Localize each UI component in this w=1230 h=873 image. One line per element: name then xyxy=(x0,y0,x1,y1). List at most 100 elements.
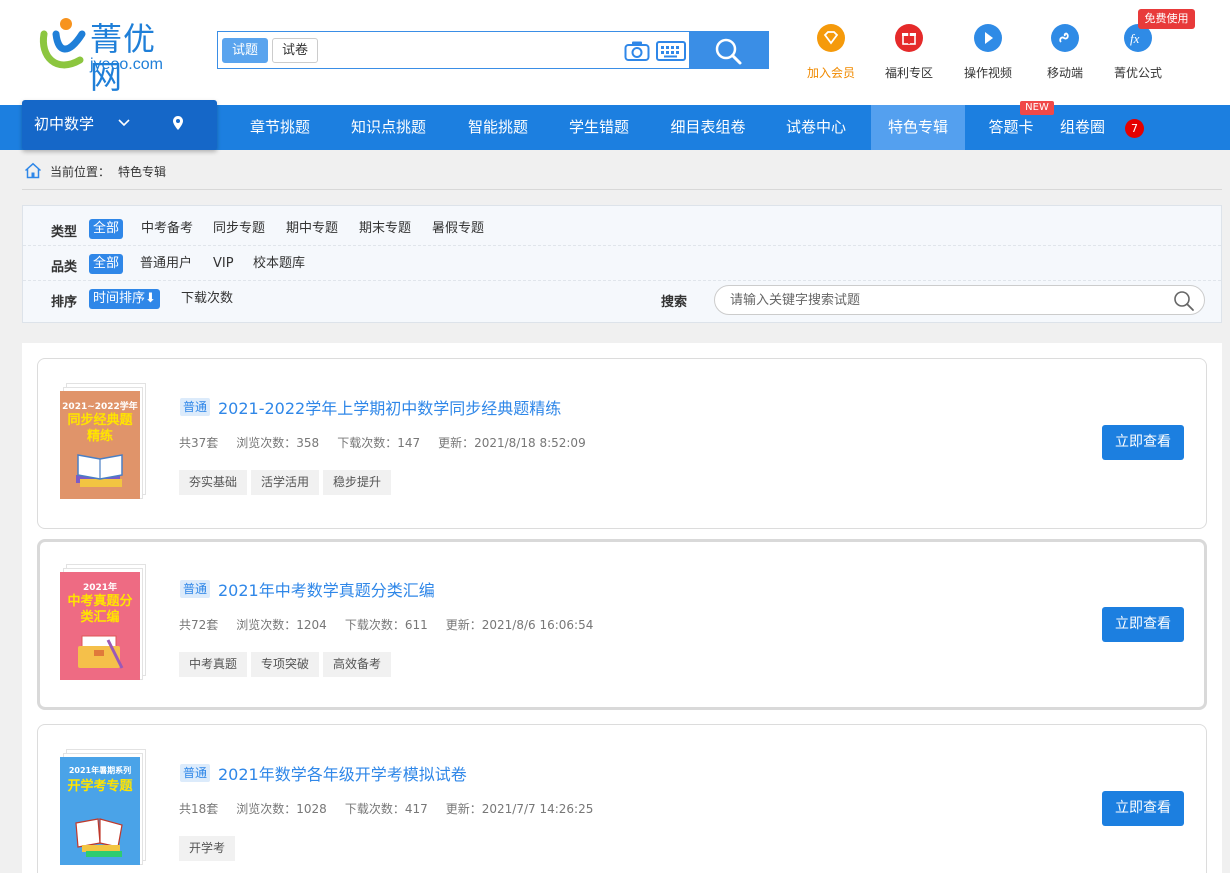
count-badge: 7 xyxy=(1125,119,1144,138)
filter-type-sync[interactable]: 同步专题 xyxy=(209,219,269,239)
site-header: 菁优网 jyeoo.com 试题 试卷 加入会员 福利专区 操作视频 移动端 f… xyxy=(0,0,1230,105)
nav-student-errors[interactable]: 学生错题 xyxy=(554,105,644,150)
quick-link-welfare[interactable]: 福利专区 xyxy=(874,24,944,86)
filter-category-school[interactable]: 校本题库 xyxy=(249,254,309,274)
camera-icon[interactable] xyxy=(624,40,650,62)
album-download-count: 下载次数：417 xyxy=(344,802,428,816)
album-view-count: 浏览次数：358 xyxy=(236,436,320,450)
search-tab-questions[interactable]: 试题 xyxy=(222,38,269,63)
cover-title-text: 同步经典题精练 xyxy=(67,413,133,444)
nav-chapter-select[interactable]: 章节挑题 xyxy=(236,105,324,150)
album-cover[interactable]: 2021~2022学年 同步经典题精练 xyxy=(60,383,146,503)
search-tab-papers[interactable]: 试卷 xyxy=(272,38,319,63)
nav-paper-center[interactable]: 试卷中心 xyxy=(772,105,860,150)
album-view-count: 浏览次数：1204 xyxy=(236,618,327,632)
quick-link-formula[interactable]: fx 菁优公式 xyxy=(1103,24,1173,86)
album-title[interactable]: 2021-2022学年上学期初中数学同步经典题精练 xyxy=(218,395,561,419)
cover-top-text: 2021~2022学年 xyxy=(62,402,138,412)
search-icon xyxy=(715,38,742,65)
keyword-search-input[interactable] xyxy=(714,285,1205,315)
filter-type-midterm[interactable]: 期中专题 xyxy=(282,219,342,239)
sort-by-downloads[interactable]: 下载次数 xyxy=(177,289,237,309)
search-label: 搜索 xyxy=(661,295,688,310)
cover-face: 2021年暑期系列 开学考专题 xyxy=(60,757,140,865)
cover-title-text: 中考真题分类汇编 xyxy=(67,594,133,625)
filter-panel: 类型 全部 中考备考 同步专题 期中专题 期末专题 暑假专题 品类 全部 普通用… xyxy=(22,205,1222,323)
keyboard-icon[interactable] xyxy=(656,40,686,62)
album-tag: 活学活用 xyxy=(251,470,320,495)
mobile-icon xyxy=(1051,24,1079,52)
filter-type-all[interactable]: 全部 xyxy=(89,219,124,239)
filter-row-type: 类型 全部 中考备考 同步专题 期中专题 期末专题 暑假专题 xyxy=(23,212,1221,246)
quick-link-videos[interactable]: 操作视频 xyxy=(953,24,1023,86)
play-icon xyxy=(974,24,1002,52)
filter-row-category: 品类 全部 普通用户 VIP 校本题库 xyxy=(23,247,1221,281)
quick-link-label: 移动端 xyxy=(1046,66,1083,80)
album-meta: 共18套 浏览次数：1028 下载次数：417 更新：2021/7/7 14:26:2… xyxy=(179,800,611,817)
cover-top-text: 2021年暑期系列 xyxy=(68,766,132,775)
filter-label: 排序 xyxy=(51,295,78,310)
album-list: 2021~2022学年 同步经典题精练 普通 2021-2022学年上学期初中数… xyxy=(22,343,1222,873)
album-updated: 更新：2021/8/18 8:52:09 xyxy=(438,436,586,450)
quick-link-label: 操作视频 xyxy=(963,66,1012,80)
sort-by-time[interactable]: 时间排序⬇ xyxy=(89,289,160,309)
filter-label: 品类 xyxy=(51,260,78,275)
album-set-count: 共18套 xyxy=(179,802,219,816)
nav-paper-circle[interactable]: 组卷圈 xyxy=(1060,105,1132,150)
album-type-badge: 普通 xyxy=(180,580,211,598)
view-now-button[interactable]: 立即查看 xyxy=(1102,791,1184,826)
album-updated: 更新：2021/7/7 14:26:25 xyxy=(445,802,594,816)
album-card[interactable]: 2021年 中考真题分类汇编 普通 2021年中考数学真题分类汇编 共72套 浏览… xyxy=(37,539,1207,710)
album-title[interactable]: 2021年数学各年级开学考模拟试卷 xyxy=(218,761,467,785)
album-meta: 共37套 浏览次数：358 下载次数：147 更新：2021/8/18 8:52:09 xyxy=(179,434,604,451)
cover-face: 2021~2022学年 同步经典题精练 xyxy=(60,391,140,499)
filter-row-sort: 排序 时间排序⬇ 下载次数 搜索 xyxy=(23,282,1221,316)
nav-featured-albums[interactable]: 特色专辑 xyxy=(871,105,965,150)
filter-category-all[interactable]: 全部 xyxy=(89,254,124,274)
folder-illustration-icon xyxy=(78,635,124,669)
quick-link-label: 菁优公式 xyxy=(1113,66,1162,80)
album-cover[interactable]: 2021年暑期系列 开学考专题 xyxy=(60,749,146,869)
album-title[interactable]: 2021年中考数学真题分类汇编 xyxy=(218,577,435,601)
album-tags: 夯实基础 活学活用 稳步提升 xyxy=(179,470,395,495)
nav-smart-select[interactable]: 智能挑题 xyxy=(453,105,543,150)
album-tag: 专项突破 xyxy=(251,652,320,677)
chevron-down-icon xyxy=(118,119,130,127)
logo-mark-icon xyxy=(39,18,86,69)
view-now-button[interactable]: 立即查看 xyxy=(1102,607,1184,642)
filter-type-final[interactable]: 期末专题 xyxy=(355,219,415,239)
album-tag: 高效备考 xyxy=(323,652,392,677)
view-now-button[interactable]: 立即查看 xyxy=(1102,425,1184,460)
filter-category-vip[interactable]: VIP xyxy=(209,254,238,274)
quick-link-vip[interactable]: 加入会员 xyxy=(796,24,866,86)
album-cover[interactable]: 2021年 中考真题分类汇编 xyxy=(60,564,146,684)
quick-link-mobile[interactable]: 移动端 xyxy=(1030,24,1100,86)
album-type-badge: 普通 xyxy=(180,764,211,782)
filter-type-summer[interactable]: 暑假专题 xyxy=(428,219,488,239)
home-icon[interactable] xyxy=(24,162,42,179)
search-button[interactable] xyxy=(689,32,769,68)
album-updated: 更新：2021/8/6 16:06:54 xyxy=(445,618,594,632)
main-search-box[interactable]: 试题 试卷 xyxy=(217,31,769,69)
nav-knowledge-select[interactable]: 知识点挑题 xyxy=(336,105,441,150)
album-tag: 开学考 xyxy=(179,836,236,861)
site-logo[interactable]: 菁优网 jyeoo.com xyxy=(36,16,186,96)
location-pin-icon[interactable] xyxy=(172,115,184,131)
album-card[interactable]: 2021~2022学年 同步经典题精练 普通 2021-2022学年上学期初中数… xyxy=(37,358,1207,529)
search-icon[interactable] xyxy=(1173,290,1195,312)
subject-selector[interactable]: 初中数学 xyxy=(22,100,217,150)
free-use-badge: 免费使用 xyxy=(1138,9,1195,29)
filter-type-exam-prep[interactable]: 中考备考 xyxy=(137,219,197,239)
breadcrumb-prefix: 当前位置： xyxy=(50,165,111,179)
filter-category-regular[interactable]: 普通用户 xyxy=(136,254,196,274)
album-view-count: 浏览次数：1028 xyxy=(236,802,327,816)
nav-spec-table-paper[interactable]: 细目表组卷 xyxy=(656,105,760,150)
divider xyxy=(22,189,1222,190)
quick-link-label: 加入会员 xyxy=(806,66,855,80)
filter-label: 类型 xyxy=(51,225,78,240)
album-card[interactable]: 2021年暑期系列 开学考专题 普通 2021年数学各年级开学考模拟试卷 共18… xyxy=(37,724,1207,873)
album-tags: 开学考 xyxy=(179,836,239,861)
breadcrumb-current: 特色专辑 xyxy=(118,165,167,179)
svg-text:fx: fx xyxy=(1130,31,1140,46)
cover-top-text: 2021年 xyxy=(82,583,118,593)
